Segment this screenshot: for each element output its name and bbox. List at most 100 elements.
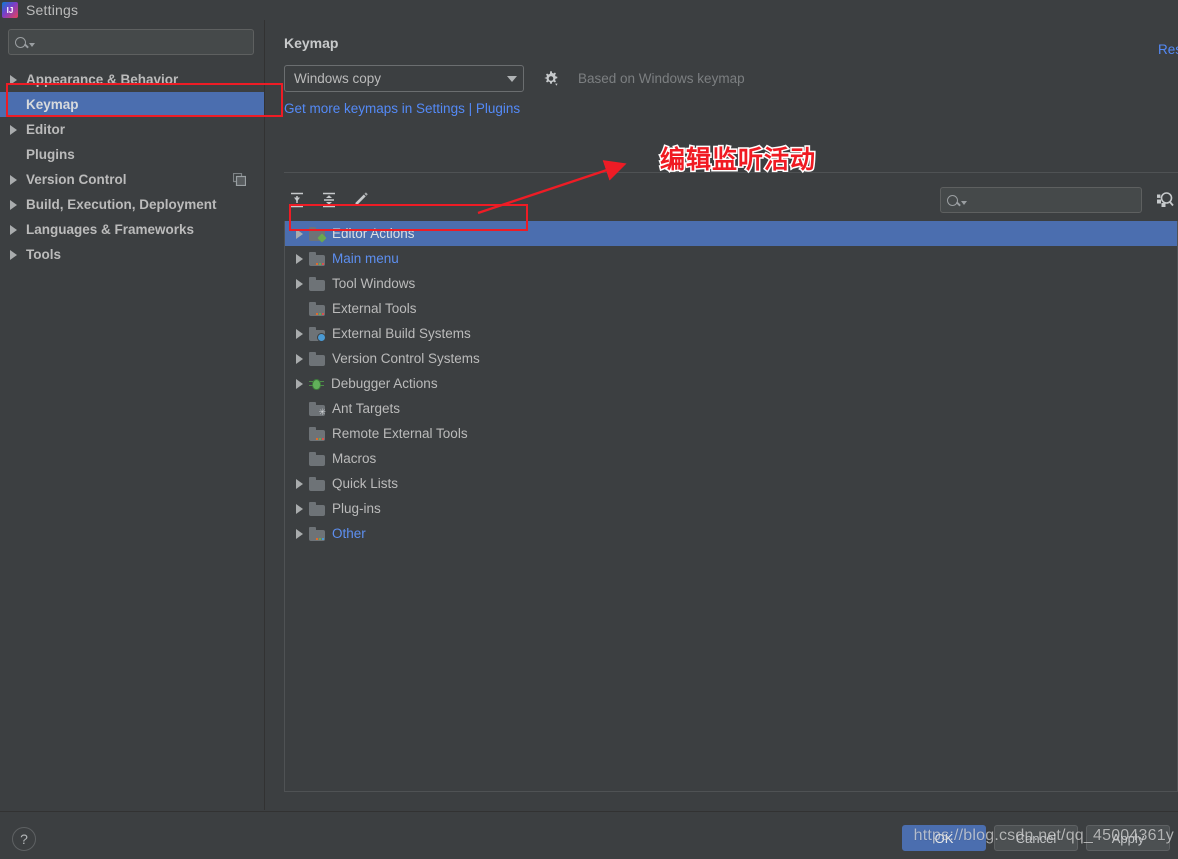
tree-row-label: Macros bbox=[332, 451, 377, 466]
keymap-tree-toolbar bbox=[284, 183, 1178, 217]
tree-row-label: Editor Actions bbox=[332, 226, 415, 241]
folder-icon bbox=[309, 351, 325, 366]
intellij-idea-logo-icon bbox=[2, 2, 18, 18]
folder-icon bbox=[309, 476, 325, 491]
dialog-footer: ? OK Cancel Apply bbox=[0, 811, 1178, 859]
page-title: Keymap bbox=[284, 35, 339, 51]
sidebar-item-editor[interactable]: Editor bbox=[0, 117, 264, 142]
folder-dots-icon bbox=[309, 426, 325, 441]
reset-link[interactable]: Reset bbox=[1158, 42, 1178, 57]
chevron-right-icon[interactable] bbox=[289, 253, 309, 264]
tree-row-label: Tool Windows bbox=[332, 276, 416, 291]
edit-shortcut-button[interactable] bbox=[348, 187, 374, 213]
sidebar-item-languages-frameworks[interactable]: Languages & Frameworks bbox=[0, 217, 264, 242]
sidebar-item-appearance-behavior[interactable]: Appearance & Behavior bbox=[0, 67, 264, 92]
folder-icon bbox=[309, 276, 325, 291]
search-icon bbox=[15, 36, 26, 48]
tree-row[interactable]: Remote External Tools bbox=[285, 421, 1177, 446]
tree-row[interactable]: Editor Actions bbox=[285, 221, 1177, 246]
chevron-right-icon[interactable] bbox=[289, 328, 309, 339]
chevron-right-icon[interactable] bbox=[289, 503, 309, 514]
search-icon bbox=[947, 194, 958, 206]
dialog-buttons: OK Cancel Apply bbox=[902, 825, 1170, 851]
chevron-right-icon[interactable] bbox=[289, 478, 309, 489]
tree-row[interactable]: Main menu bbox=[285, 246, 1177, 271]
chevron-right-icon[interactable] bbox=[6, 249, 20, 260]
question-mark-icon: ? bbox=[20, 831, 28, 847]
tree-row-label: External Tools bbox=[332, 301, 417, 316]
sidebar-item-label: Keymap bbox=[26, 97, 79, 112]
sidebar-item-version-control[interactable]: Version Control bbox=[0, 167, 264, 192]
tree-row[interactable]: Plug-ins bbox=[285, 496, 1177, 521]
keymap-gear-button[interactable] bbox=[542, 70, 560, 88]
tree-row[interactable]: Debugger Actions bbox=[285, 371, 1177, 396]
chevron-right-icon[interactable] bbox=[289, 378, 309, 389]
tree-row[interactable]: Macros bbox=[285, 446, 1177, 471]
keymap-settings-pane: Keymap Windows copy Based on Windows key… bbox=[266, 20, 1178, 810]
folder-ant-icon: ✳ bbox=[309, 401, 326, 416]
plugins-link-row: Get more keymaps in Settings | Plugins bbox=[284, 100, 1178, 118]
settings-sidebar: Appearance & Behavior Keymap Editor Plug… bbox=[0, 20, 265, 810]
help-button[interactable]: ? bbox=[12, 827, 36, 851]
folder-dots-icon bbox=[309, 301, 325, 316]
sidebar-item-plugins[interactable]: Plugins bbox=[0, 142, 264, 167]
bug-icon bbox=[309, 377, 324, 391]
copy-icon bbox=[233, 173, 246, 186]
cancel-button[interactable]: Cancel bbox=[994, 825, 1078, 851]
sidebar-item-keymap[interactable]: Keymap bbox=[0, 92, 264, 117]
tree-row-label: External Build Systems bbox=[332, 326, 471, 341]
folder-dots-icon bbox=[309, 251, 325, 266]
chevron-right-icon[interactable] bbox=[289, 228, 309, 239]
chevron-right-icon[interactable] bbox=[6, 74, 20, 85]
tree-row[interactable]: Tool Windows bbox=[285, 271, 1177, 296]
apply-button[interactable]: Apply bbox=[1086, 825, 1170, 851]
tree-row-label: Other bbox=[332, 526, 366, 541]
tree-row[interactable]: Other bbox=[285, 521, 1177, 546]
settings-dialog: Settings Appearance & Behavior Keymap Ed… bbox=[0, 0, 1178, 859]
keymap-actions-tree[interactable]: Editor Actions Main menu Tool Windows Ex… bbox=[284, 221, 1178, 792]
sidebar-item-build-execution-deployment[interactable]: Build, Execution, Deployment bbox=[0, 192, 264, 217]
chevron-right-icon[interactable] bbox=[6, 224, 20, 235]
chevron-right-icon[interactable] bbox=[6, 174, 20, 185]
expand-all-button[interactable] bbox=[284, 187, 310, 213]
keymap-select[interactable]: Windows copy bbox=[284, 65, 524, 92]
sidebar-search-box[interactable] bbox=[8, 29, 254, 55]
window-titlebar: Settings bbox=[0, 0, 1178, 20]
keymap-selector-row: Windows copy Based on Windows keymap bbox=[284, 65, 1178, 92]
tree-row-label: Quick Lists bbox=[332, 476, 399, 491]
sidebar-item-label: Appearance & Behavior bbox=[26, 72, 179, 87]
window-title: Settings bbox=[26, 2, 79, 18]
tree-row-label: Ant Targets bbox=[332, 401, 401, 416]
based-on-label: Based on Windows keymap bbox=[578, 71, 745, 86]
folder-cog-icon bbox=[309, 326, 326, 342]
tree-row-label: Plug-ins bbox=[332, 501, 381, 516]
sidebar-item-label: Plugins bbox=[26, 147, 75, 162]
keymap-select-value: Windows copy bbox=[294, 71, 382, 86]
tree-row[interactable]: External Build Systems bbox=[285, 321, 1177, 346]
collapse-all-button[interactable] bbox=[316, 187, 342, 213]
keymap-search-input[interactable] bbox=[971, 192, 1147, 208]
chevron-right-icon[interactable] bbox=[6, 199, 20, 210]
tree-row[interactable]: External Tools bbox=[285, 296, 1177, 321]
ok-button[interactable]: OK bbox=[902, 825, 986, 851]
tree-row[interactable]: Version Control Systems bbox=[285, 346, 1177, 371]
chevron-right-icon[interactable] bbox=[289, 528, 309, 539]
find-by-shortcut-button[interactable] bbox=[1152, 187, 1178, 213]
pane-header: Keymap bbox=[266, 20, 1178, 51]
sidebar-item-label: Languages & Frameworks bbox=[26, 222, 195, 237]
folder-icon bbox=[309, 451, 325, 466]
sidebar-search-input[interactable] bbox=[39, 34, 247, 50]
keymap-search-box[interactable] bbox=[940, 187, 1147, 213]
tree-row[interactable]: ✳ Ant Targets bbox=[285, 396, 1177, 421]
sidebar-nav: Appearance & Behavior Keymap Editor Plug… bbox=[0, 67, 264, 267]
chevron-right-icon[interactable] bbox=[289, 278, 309, 289]
tree-row-label: Remote External Tools bbox=[332, 426, 468, 441]
chevron-right-icon[interactable] bbox=[6, 124, 20, 135]
sidebar-item-tools[interactable]: Tools bbox=[0, 242, 264, 267]
get-more-keymaps-link[interactable]: Get more keymaps in Settings | Plugins bbox=[284, 101, 520, 116]
sidebar-item-label: Version Control bbox=[26, 172, 127, 187]
chevron-right-icon[interactable] bbox=[289, 353, 309, 364]
sidebar-item-label: Build, Execution, Deployment bbox=[26, 197, 217, 212]
expand-all-icon bbox=[291, 192, 303, 208]
tree-row[interactable]: Quick Lists bbox=[285, 471, 1177, 496]
